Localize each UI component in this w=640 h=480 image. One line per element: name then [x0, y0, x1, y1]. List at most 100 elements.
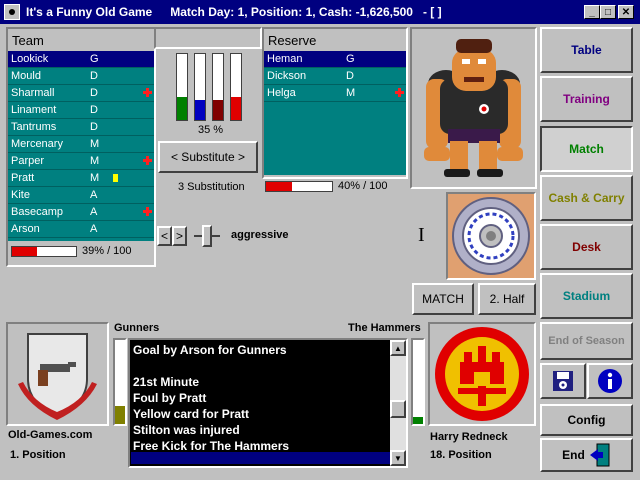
team-player-row[interactable]: Mould D	[8, 68, 154, 85]
reserve-player-row[interactable]: Heman G	[264, 51, 406, 68]
cursor-glyph: I	[418, 224, 425, 246]
status-extra: - [ ]	[422, 5, 442, 19]
close-button[interactable]: ✕	[618, 5, 634, 19]
team-panel: Team Lookick G Mould D Sharmall D Linament D Tan…	[6, 27, 156, 267]
trophy-plate	[446, 192, 536, 280]
team-player-row[interactable]: Lookick G	[8, 51, 154, 68]
sidebar-item-cash-carry[interactable]: Cash & Carry	[540, 175, 633, 221]
home-position-label: 1. Position	[10, 449, 66, 461]
commentary-line: Yellow card for Pratt	[133, 407, 250, 421]
sidebar-item-desk[interactable]: Desk	[540, 224, 633, 270]
away-team-meter	[411, 338, 425, 426]
sidebar-item-match[interactable]: Match	[540, 126, 633, 172]
team-player-row[interactable]: Parper M	[8, 153, 154, 170]
player-name: Tantrums	[11, 121, 57, 133]
floppy-disk-icon	[553, 371, 573, 391]
player-position: G	[346, 53, 355, 65]
reserve-strength-label: 40% / 100	[338, 180, 388, 192]
team-player-row[interactable]: Pratt M	[8, 170, 154, 187]
away-team-name: The Hammers	[348, 322, 421, 334]
reserve-player-row[interactable]: Helga M	[264, 85, 406, 102]
player-position: M	[346, 87, 356, 99]
commentary-selected-line	[131, 452, 390, 464]
team-player-row[interactable]: Tantrums D	[8, 119, 154, 136]
sidebar-item-end-of-season[interactable]: End of Season	[540, 322, 633, 360]
team-player-row[interactable]: Mercenary M	[8, 136, 154, 153]
player-name: Pratt	[11, 172, 35, 184]
sidebar-item-label: Table	[571, 43, 602, 57]
team-header: Team	[8, 29, 154, 51]
team-player-row[interactable]: Sharmall D	[8, 85, 154, 102]
scroll-up-button[interactable]: ▲	[390, 340, 406, 356]
minimize-button[interactable]: _	[584, 5, 600, 19]
player-name: Heman	[267, 53, 303, 65]
tactic-left-button[interactable]: <	[157, 226, 172, 246]
fitness-meter	[176, 53, 188, 121]
info-icon	[598, 369, 622, 393]
match-button[interactable]: MATCH	[412, 283, 474, 315]
player-position: A	[90, 189, 98, 201]
sidebar-item-config[interactable]: Config	[540, 404, 633, 436]
info-button[interactable]	[587, 363, 633, 399]
status-text: Match Day: 1, Position: 1, Cash: -1,626,…	[170, 5, 413, 19]
sidebar-item-label: Desk	[572, 240, 601, 254]
team-player-row[interactable]: Kite A	[8, 187, 154, 204]
app-icon[interactable]	[4, 4, 20, 20]
player-position: A	[90, 223, 98, 235]
fitness-meter	[212, 53, 224, 121]
player-name: Parper	[11, 155, 45, 167]
sidebar-item-stadium[interactable]: Stadium	[540, 273, 633, 319]
player-position: A	[90, 206, 98, 218]
match-commentary[interactable]: Goal by Arson for Gunners 21st Minute Foul…	[128, 338, 408, 468]
sidebar-item-label: Config	[567, 413, 606, 427]
title-bar: It's a Funny Old Game Match Day: 1, Posi…	[0, 0, 640, 24]
team-player-row[interactable]: Arson A	[8, 221, 154, 238]
player-position: M	[90, 172, 100, 184]
sidebar-item-end[interactable]: End	[540, 438, 633, 472]
maximize-button[interactable]: □	[600, 5, 616, 19]
reserve-list[interactable]: Heman G Dickson D Helga M	[264, 51, 406, 175]
player-name: Lookick	[11, 53, 49, 65]
yellow-card-icon	[113, 174, 118, 182]
home-club-label: Old-Games.com	[8, 429, 93, 441]
scroll-thumb[interactable]	[390, 400, 406, 418]
commentary-line	[133, 358, 388, 374]
home-team-name: Gunners	[114, 322, 160, 334]
meter-percent: 35 %	[198, 124, 224, 136]
home-team-meter	[113, 338, 127, 426]
player-position: D	[90, 121, 98, 133]
commentary-line: Foul by Pratt	[133, 391, 207, 405]
tactic-slider-thumb[interactable]	[202, 225, 212, 247]
reserve-header: Reserve	[264, 29, 406, 51]
sidebar-item-label: Cash & Carry	[548, 191, 625, 205]
commentary-scrollbar[interactable]: ▲ ▼	[390, 340, 406, 466]
reserve-player-row[interactable]: Dickson D	[264, 68, 406, 85]
away-position-label: 18. Position	[430, 449, 492, 461]
player-position: D	[90, 70, 98, 82]
player-position: D	[90, 104, 98, 116]
sidebar-item-label: End of Season	[548, 335, 625, 347]
sidebar-item-table[interactable]: Table	[540, 27, 633, 73]
commentary-messages: Goal by Arson for Gunners 21st Minute Foul…	[130, 340, 388, 453]
fitness-meter	[194, 53, 206, 121]
injury-cross-icon	[143, 207, 152, 216]
away-crest	[428, 322, 536, 426]
manager-portrait	[410, 27, 537, 189]
tactic-right-button[interactable]: >	[172, 226, 187, 246]
player-name: Linament	[11, 104, 57, 116]
team-strength-bar	[11, 245, 77, 257]
team-player-row[interactable]: Basecamp A	[8, 204, 154, 221]
reserve-strength-bar	[265, 180, 333, 192]
second-half-button[interactable]: 2. Half	[478, 283, 536, 315]
sidebar-item-label: Training	[563, 92, 610, 106]
player-name: Helga	[267, 87, 296, 99]
substitute-button[interactable]: < Substitute >	[158, 141, 258, 173]
scroll-down-button[interactable]: ▼	[390, 450, 406, 466]
save-disk-button[interactable]	[540, 363, 586, 399]
player-name: Kite	[11, 189, 30, 201]
commentary-line: Goal by Arson for Gunners	[133, 343, 287, 357]
team-player-row[interactable]: Linament D	[8, 102, 154, 119]
sidebar-item-training[interactable]: Training	[540, 76, 633, 122]
team-list[interactable]: Lookick G Mould D Sharmall D Linament D Tantrums…	[8, 51, 154, 241]
player-name: Dickson	[267, 70, 307, 82]
